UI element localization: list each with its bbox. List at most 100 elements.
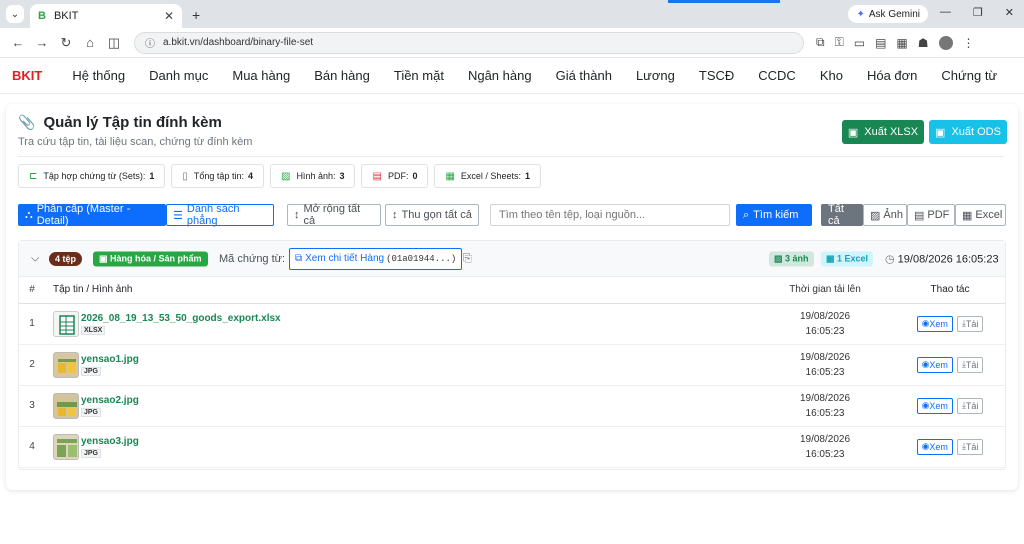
page-title-text: Quản lý Tập tin đính kèm <box>43 114 222 131</box>
spreadsheet-icon[interactable] <box>53 310 79 337</box>
col-actions: Thao tác <box>895 277 1005 304</box>
reload-icon[interactable]: ↻ <box>54 35 78 51</box>
view-button[interactable]: ◉ Xem <box>916 356 953 373</box>
image-thumbnail[interactable] <box>53 433 79 460</box>
expand-icon: ↕ <box>294 209 300 221</box>
nav-item-gia-thanh[interactable]: Giá thành <box>556 68 612 83</box>
restore-icon[interactable]: ❐ <box>973 6 983 19</box>
stat-total-value: 4 <box>247 171 253 181</box>
ask-gemini-button[interactable]: ✦ Ask Gemini <box>848 5 928 23</box>
upload-time: 16:05:23 <box>805 366 845 378</box>
nav-item-he-thong[interactable]: Hệ thống <box>72 68 125 83</box>
close-window-icon[interactable]: ✕ <box>1005 6 1014 19</box>
browser-tab[interactable]: B BKIT ✕ <box>30 4 182 28</box>
export-xlsx-button[interactable]: ▣ Xuất XLSX <box>842 120 924 144</box>
file-name-link[interactable]: yensao1.jpg <box>81 354 139 365</box>
stat-images-label: Hình ảnh: <box>296 171 336 181</box>
group-header[interactable]: ⌵ 4 tệp ▣ Hàng hóa / Sản phẩm Mã chứng t… <box>19 241 1005 277</box>
profile-avatar[interactable] <box>938 35 953 50</box>
view-tree-label: Phân cấp (Master - Detail) <box>36 203 131 227</box>
view-detail-button[interactable]: ⧉ Xem chi tiết Hàng (01a01944...) <box>289 247 463 270</box>
password-key-icon[interactable]: ⚿ <box>835 35 844 50</box>
group-timestamp: ◷ 19/08/2026 16:05:23 <box>885 252 999 265</box>
view-list-button[interactable]: ☰ Danh sách phẳng <box>166 203 274 227</box>
tab-favicon: B <box>38 10 46 22</box>
extensions-icon[interactable]: ⧉ <box>816 35 825 50</box>
minimize-icon[interactable]: — <box>940 6 951 19</box>
box-icon: ▣ <box>99 253 111 263</box>
nav-item-tscd[interactable]: TSCĐ <box>699 68 734 83</box>
expand-all-button[interactable]: ↕ Mở rộng tất cả <box>287 203 381 227</box>
download-button[interactable]: ⤓ Tải <box>956 315 984 332</box>
search-button[interactable]: ⌕ Tìm kiếm <box>736 204 812 226</box>
table-header-row: # Tập tin / Hình ảnh Thời gian tải lên T… <box>19 277 1005 304</box>
filter-all-button[interactable]: Tất cả <box>821 203 863 227</box>
copy-icon[interactable]: ⎘ <box>463 252 472 265</box>
file-name-link[interactable]: yensao3.jpg <box>81 436 139 447</box>
menu-icon[interactable]: ⋮ <box>963 36 975 50</box>
eye-icon: ◉ <box>921 359 930 369</box>
image-thumbnail[interactable] <box>53 351 79 378</box>
excel-icon: ▦ <box>962 209 973 222</box>
toolbar: ⛬ Phân cấp (Master - Detail) ☰ Danh sách… <box>18 203 1008 227</box>
card-icon[interactable]: ▭ <box>854 36 865 50</box>
brand-logo[interactable]: BKIT <box>12 68 42 83</box>
tab-search-icon[interactable]: ⌄ <box>6 5 24 23</box>
nav-item-ban-hang[interactable]: Bán hàng <box>314 68 370 83</box>
row-num: 4 <box>19 426 45 468</box>
forward-icon[interactable]: → <box>30 35 54 50</box>
search-icon: ⌕ <box>743 208 750 221</box>
gemini-label: Ask Gemini <box>868 8 920 20</box>
nav-item-chung-tu[interactable]: Chứng từ <box>941 68 997 83</box>
collapse-all-button[interactable]: ↕ Thu gọn tất cả <box>385 204 479 226</box>
download-button[interactable]: ⤓ Tải <box>956 397 984 414</box>
url-field[interactable]: ⓘ a.bkit.vn/dashboard/binary-file-set <box>134 31 804 54</box>
search-input[interactable] <box>490 204 730 226</box>
split-view-icon[interactable]: ◫ <box>102 35 126 51</box>
stat-pdf: ▤ PDF: 0 <box>361 164 429 188</box>
new-tab-icon[interactable]: + <box>192 7 200 23</box>
tab-close-icon[interactable]: ✕ <box>164 9 174 23</box>
stat-sets-value: 1 <box>149 171 155 181</box>
filter-pdf-button[interactable]: ▤ PDF <box>907 204 955 226</box>
home-icon[interactable]: ⌂ <box>78 35 102 50</box>
row-num: 1 <box>19 303 45 345</box>
view-button[interactable]: ◉ Xem <box>916 315 953 332</box>
nav-item-ngan-hang[interactable]: Ngân hàng <box>468 68 532 83</box>
view-button[interactable]: ◉ Xem <box>916 438 953 455</box>
nav-item-danh-muc[interactable]: Danh mục <box>149 68 208 83</box>
tab-title: BKIT <box>53 10 79 22</box>
site-info-icon[interactable]: ⓘ <box>145 35 155 50</box>
nav-item-ccdc[interactable]: CCDC <box>758 68 796 83</box>
user-agent-icon[interactable]: ☗ <box>918 36 929 50</box>
download-button[interactable]: ⤓ Tải <box>956 356 984 373</box>
image-thumbnail[interactable] <box>53 392 79 419</box>
export-ods-button[interactable]: ▣ Xuất ODS <box>929 120 1007 144</box>
back-icon[interactable]: ← <box>6 35 30 50</box>
stat-excel: ▦ Excel / Sheets: 1 <box>434 164 541 188</box>
calendar-icon[interactable]: ▦ <box>896 36 907 50</box>
chevron-down-icon[interactable]: ⌵ <box>31 252 39 265</box>
nav-item-kho[interactable]: Kho <box>820 68 843 83</box>
table-row: 2 yensao1.jpg JPG 19/08/2026 16:05:23 ◉ X… <box>19 344 1005 386</box>
main-nav: BKIT Hệ thống Danh mục Mua hàng Bán hàng… <box>0 58 1024 94</box>
filter-excel-button[interactable]: ▦ Excel <box>955 204 1006 226</box>
download-button[interactable]: ⤓ Tải <box>956 438 984 455</box>
upload-time: 16:05:23 <box>805 325 845 337</box>
nav-item-tien-mat[interactable]: Tiền mặt <box>394 68 444 83</box>
nav-item-luong[interactable]: Lương <box>636 68 675 83</box>
view-tree-button[interactable]: ⛬ Phân cấp (Master - Detail) <box>18 203 166 227</box>
content-card: 📎 Quản lý Tập tin đính kèm Tra cứu tập t… <box>6 104 1018 490</box>
file-name-link[interactable]: yensao2.jpg <box>81 395 139 406</box>
expand-all-label: Mở rộng tất cả <box>303 203 361 227</box>
filter-image-button[interactable]: ▨ Ảnh <box>863 204 907 226</box>
nav-item-hoa-don[interactable]: Hóa đơn <box>867 68 917 83</box>
file-name-link[interactable]: 2026_08_19_13_53_50_goods_export.xlsx <box>81 313 281 324</box>
view-label: Xem <box>929 400 948 411</box>
pdf-icon: ▤ <box>914 209 925 222</box>
nav-item-mua-hang[interactable]: Mua hàng <box>232 68 290 83</box>
view-button[interactable]: ◉ Xem <box>916 397 953 414</box>
address-bar-row: ← → ↻ ⌂ ◫ ⓘ a.bkit.vn/dashboard/binary-f… <box>0 28 1024 58</box>
reading-list-icon[interactable]: ▤ <box>875 36 886 50</box>
browser-tabbar: ⌄ B BKIT ✕ + ✦ Ask Gemini — ❐ ✕ <box>0 0 1024 28</box>
